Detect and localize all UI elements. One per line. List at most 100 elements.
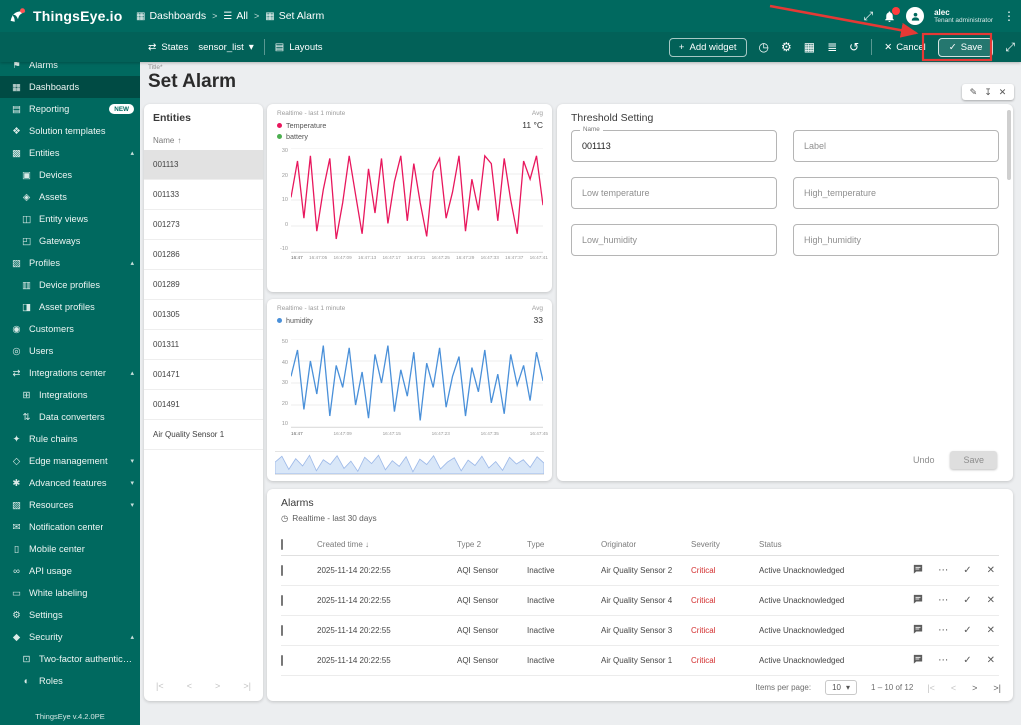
prev-page-icon[interactable]: < — [187, 681, 192, 691]
sidebar-item-device-profiles[interactable]: ▥ Device profiles — [0, 274, 140, 296]
entity-row[interactable]: 001471 — [144, 360, 263, 390]
sidebar-item-gateways[interactable]: ◰ Gateways — [0, 230, 140, 252]
legend-item-battery[interactable]: battery — [277, 132, 326, 141]
sidebar-item-data-converters[interactable]: ⇅ Data converters — [0, 406, 140, 428]
timewindow-icon[interactable]: ◷ — [759, 41, 769, 53]
sidebar-item-profiles[interactable]: ▧ Profiles ▴ — [0, 252, 140, 274]
label-field[interactable]: Label — [793, 130, 999, 162]
alarm-row[interactable]: 2025-11-14 20:22:55 AQI Sensor Inactive … — [281, 616, 999, 646]
alarm-row[interactable]: 2025-11-14 20:22:55 AQI Sensor Inactive … — [281, 556, 999, 586]
items-per-page-select[interactable]: 10 ▾ — [825, 680, 858, 695]
settings-gear-icon[interactable]: ⚙ — [781, 41, 792, 53]
page-title[interactable]: Set Alarm — [148, 71, 236, 93]
alarm-clear-icon[interactable]: ✕ — [987, 655, 995, 666]
humidity-line-chart[interactable] — [291, 339, 543, 428]
next-page-icon[interactable]: > — [215, 681, 220, 691]
alarm-ack-icon[interactable]: ✓ — [963, 655, 971, 666]
prev-page-icon[interactable]: < — [951, 683, 956, 693]
sidebar-item-assets[interactable]: ◈ Assets — [0, 186, 140, 208]
alarm-more-icon[interactable]: ⋯ — [938, 655, 948, 666]
alarm-more-icon[interactable]: ⋯ — [938, 625, 948, 636]
name-field[interactable]: Name 001113 — [571, 126, 777, 162]
states-button[interactable]: ⇄ States — [148, 42, 188, 53]
edit-widget-icon[interactable]: ✎ — [970, 87, 978, 98]
low-temperature-field[interactable]: Low temperature — [571, 177, 777, 209]
entity-row[interactable]: 001289 — [144, 270, 263, 300]
cancel-button[interactable]: ✕ Cancel — [884, 42, 926, 53]
kebab-menu-icon[interactable]: ⋮ — [1003, 10, 1015, 22]
sidebar-item-entity-views[interactable]: ◫ Entity views — [0, 208, 140, 230]
high-temperature-field[interactable]: High_temperature — [793, 177, 999, 209]
sidebar-item-reporting[interactable]: ▤ Reporting NEW — [0, 98, 140, 120]
alarm-details-icon[interactable] — [913, 594, 923, 607]
legend-item-temperature[interactable]: Temperature — [277, 121, 326, 130]
version-control-icon[interactable]: ↺ — [849, 41, 859, 53]
entity-row[interactable]: 001286 — [144, 240, 263, 270]
sidebar-item-mobile-center[interactable]: ▯ Mobile center — [0, 538, 140, 560]
alarm-clear-icon[interactable]: ✕ — [987, 625, 995, 636]
sidebar-item-dashboards[interactable]: ▦ Dashboards — [0, 76, 140, 98]
column-status[interactable]: Status — [759, 540, 891, 549]
alarm-details-icon[interactable] — [913, 654, 923, 667]
sidebar-item-notification-center[interactable]: ✉ Notification center — [0, 516, 140, 538]
layouts-button[interactable]: ▤ Layouts — [275, 42, 323, 53]
notifications-bell-button[interactable] — [883, 6, 901, 23]
low-humidity-field[interactable]: Low_humidity — [571, 224, 777, 256]
alarm-more-icon[interactable]: ⋯ — [938, 565, 948, 576]
sidebar-item-solution-templates[interactable]: ❖ Solution templates — [0, 120, 140, 142]
undo-button[interactable]: Undo — [913, 455, 935, 465]
user-info[interactable]: alec Tenant administrator — [934, 8, 993, 25]
chart-navigator[interactable] — [274, 451, 545, 475]
alarm-clear-icon[interactable]: ✕ — [987, 595, 995, 606]
breadcrumb-current[interactable]: ▦ Set Alarm — [265, 10, 324, 22]
sidebar-item-settings[interactable]: ⚙ Settings — [0, 604, 140, 626]
alarm-details-icon[interactable] — [913, 624, 923, 637]
sidebar-item-customers[interactable]: ◉ Customers — [0, 318, 140, 340]
first-page-icon[interactable]: |< — [927, 683, 935, 693]
save-button[interactable]: ✓ Save — [937, 37, 994, 57]
sidebar-item-advanced-features[interactable]: ✱ Advanced features ▾ — [0, 472, 140, 494]
sidebar-item-users[interactable]: ◎ Users — [0, 340, 140, 362]
alarm-ack-icon[interactable]: ✓ — [963, 625, 971, 636]
close-widget-icon[interactable]: ✕ — [999, 87, 1007, 98]
sidebar-item-security[interactable]: ◆ Security ▴ — [0, 626, 140, 648]
entity-row[interactable]: 001305 — [144, 300, 263, 330]
sidebar-item-white-labeling[interactable]: ▭ White labeling — [0, 582, 140, 604]
first-page-icon[interactable]: |< — [156, 681, 164, 691]
alarms-timewindow[interactable]: ◷ Realtime - last 30 days — [281, 513, 377, 523]
alarm-row[interactable]: 2025-11-14 20:22:55 AQI Sensor Inactive … — [281, 586, 999, 616]
scrollbar-thumb[interactable] — [1007, 110, 1011, 180]
sidebar-item-entities[interactable]: ▩ Entities ▴ — [0, 142, 140, 164]
sidebar-item-roles[interactable]: ◐ Roles — [0, 670, 140, 692]
sidebar-item-edge-management[interactable]: ◇ Edge management ▾ — [0, 450, 140, 472]
sidebar-item-resources[interactable]: ▨ Resources ▾ — [0, 494, 140, 516]
sidebar-item-asset-profiles[interactable]: ◨ Asset profiles — [0, 296, 140, 318]
entity-row[interactable]: Air Quality Sensor 1 — [144, 420, 263, 450]
alarm-more-icon[interactable]: ⋯ — [938, 595, 948, 606]
high-humidity-field[interactable]: High_humidity — [793, 224, 999, 256]
export-widget-icon[interactable]: ↧ — [984, 87, 992, 98]
fullscreen-icon[interactable]: ⤢ — [1005, 41, 1015, 53]
last-page-icon[interactable]: >| — [243, 681, 251, 691]
entity-row[interactable]: 001273 — [144, 210, 263, 240]
next-page-icon[interactable]: > — [972, 683, 977, 693]
threshold-save-button[interactable]: Save — [950, 451, 997, 469]
sidebar-item-api-usage[interactable]: ∞ API usage — [0, 560, 140, 582]
temperature-line-chart[interactable] — [291, 148, 543, 253]
alarm-clear-icon[interactable]: ✕ — [987, 565, 995, 576]
sidebar-item-integrations-center[interactable]: ⇄ Integrations center ▴ — [0, 362, 140, 384]
add-widget-button[interactable]: + Add widget — [668, 37, 747, 57]
entities-name-column-header[interactable]: Name ↑ — [153, 136, 181, 145]
sidebar-item-devices[interactable]: ▣ Devices — [0, 164, 140, 186]
column-originator[interactable]: Originator — [601, 540, 691, 549]
alarm-details-icon[interactable] — [913, 564, 923, 577]
fullscreen-icon[interactable]: ⤢ — [864, 10, 874, 22]
sidebar-item-rule-chains[interactable]: ✦ Rule chains — [0, 428, 140, 450]
filters-icon[interactable]: ≣ — [827, 41, 837, 53]
breadcrumb-dashboards[interactable]: ▦ Dashboards — [136, 10, 206, 22]
legend-item-humidity[interactable]: humidity — [277, 316, 313, 325]
alarm-ack-icon[interactable]: ✓ — [963, 565, 971, 576]
column-type2[interactable]: Type 2 — [457, 540, 527, 549]
alarm-ack-icon[interactable]: ✓ — [963, 595, 971, 606]
row-checkbox[interactable] — [281, 565, 283, 576]
